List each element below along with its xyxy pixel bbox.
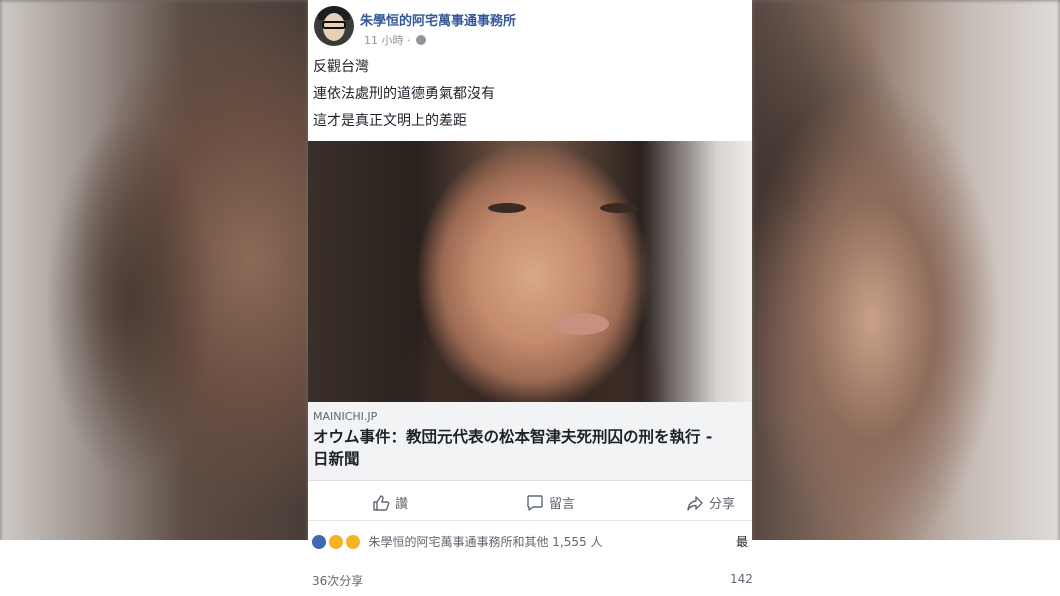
link-headline-line: オウム事件：教団元代表の松本智津夫死刑囚の刑を執行 - [313, 428, 713, 446]
link-preview-image[interactable] [308, 141, 752, 402]
link-headline: オウム事件：教団元代表の松本智津夫死刑囚の刑を執行 - 日新聞 [313, 426, 752, 470]
shares-count[interactable]: 36次分享 [312, 572, 363, 589]
share-button[interactable]: 分享 [686, 493, 735, 512]
reactions-text: 朱學恒的阿宅萬事通事務所和其他 1,555 人 [368, 535, 603, 549]
globe-icon [416, 35, 426, 45]
share-arrow-icon [687, 496, 703, 511]
reactions-summary[interactable]: 朱學恒的阿宅萬事通事務所和其他 1,555 人 最 [312, 533, 752, 551]
blurred-background-left [0, 0, 308, 596]
comments-count[interactable]: 142 [730, 572, 752, 586]
like-label: 讚 [395, 497, 409, 512]
haha-reaction-icon [328, 535, 343, 549]
post-body: 反觀台灣 連依法處刑的道德勇氣都沒有 這才是真正文明上的差距 [313, 54, 743, 135]
post-body-line: 反觀台灣 [313, 59, 369, 75]
like-button[interactable]: 讚 [372, 493, 408, 512]
like-reaction-icon [312, 535, 326, 549]
blurred-background-right [752, 0, 1060, 596]
link-headline-line: 日新聞 [313, 450, 360, 468]
sad-reaction-icon [345, 535, 360, 549]
post-action-bar: 讚 留言 分享 [308, 486, 752, 521]
comment-button[interactable]: 留言 [526, 493, 575, 512]
share-label: 分享 [709, 497, 736, 512]
timestamp-text: 11 小時 · [364, 34, 411, 47]
comment-sort-dropdown[interactable]: 最 [736, 533, 748, 550]
post-header: 朱學恒的阿宅萬事通事務所 11 小時 · [312, 6, 748, 50]
post-body-line: 連依法處刑的道德勇氣都沒有 [313, 86, 495, 102]
comment-label: 留言 [549, 497, 576, 512]
link-preview-caption[interactable]: MAINICHI.JP オウム事件：教団元代表の松本智津夫死刑囚の刑を執行 - … [308, 402, 752, 481]
link-domain: MAINICHI.JP [313, 410, 378, 423]
comment-icon [527, 495, 543, 511]
post-body-line: 這才是真正文明上的差距 [313, 113, 467, 129]
thumbs-up-icon [373, 495, 390, 511]
post-timestamp[interactable]: 11 小時 · [364, 32, 426, 48]
author-avatar[interactable] [314, 6, 354, 46]
author-name[interactable]: 朱學恒的阿宅萬事通事務所 [360, 10, 516, 29]
facebook-post: 朱學恒的阿宅萬事通事務所 11 小時 · 反觀台灣 連依法處刑的道德勇氣都沒有 … [308, 0, 752, 596]
